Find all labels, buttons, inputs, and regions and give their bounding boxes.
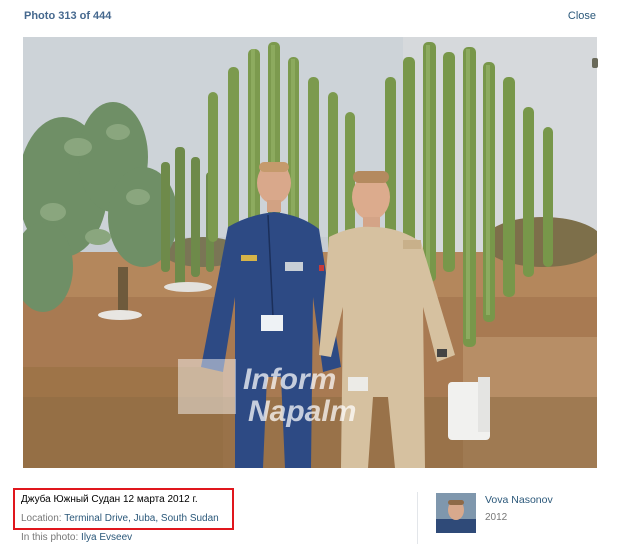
watermark-line2: Napalm: [248, 395, 356, 428]
location-label: Location:: [21, 513, 62, 524]
next-photo-edge[interactable]: [592, 58, 598, 68]
author-avatar[interactable]: [436, 493, 476, 533]
info-divider: [417, 492, 418, 544]
in-this-photo: In this photo: Ilya Evseev: [21, 532, 132, 543]
photo-scene: Inform Napalm: [23, 37, 597, 468]
author-year: 2012: [485, 512, 508, 523]
close-button[interactable]: Close: [568, 10, 596, 22]
photo-image[interactable]: Inform Napalm: [23, 37, 597, 468]
photo-counter: Photo 313 of 444: [24, 10, 112, 22]
photo-location: Location: Terminal Drive, Juba, South Su…: [21, 513, 219, 524]
in-photo-label: In this photo:: [21, 532, 79, 543]
avatar-image: [436, 493, 476, 533]
author-name-link[interactable]: Vova Nasonov: [485, 494, 553, 506]
watermark-line1: Inform: [243, 363, 336, 396]
location-link[interactable]: Terminal Drive, Juba, South Sudan: [64, 513, 219, 524]
photo-caption: Джуба Южный Судан 12 марта 2012 г.: [21, 494, 198, 505]
viewer-header: Photo 313 of 444 Close: [0, 0, 620, 34]
tagged-person-link[interactable]: Ilya Evseev: [81, 532, 132, 543]
